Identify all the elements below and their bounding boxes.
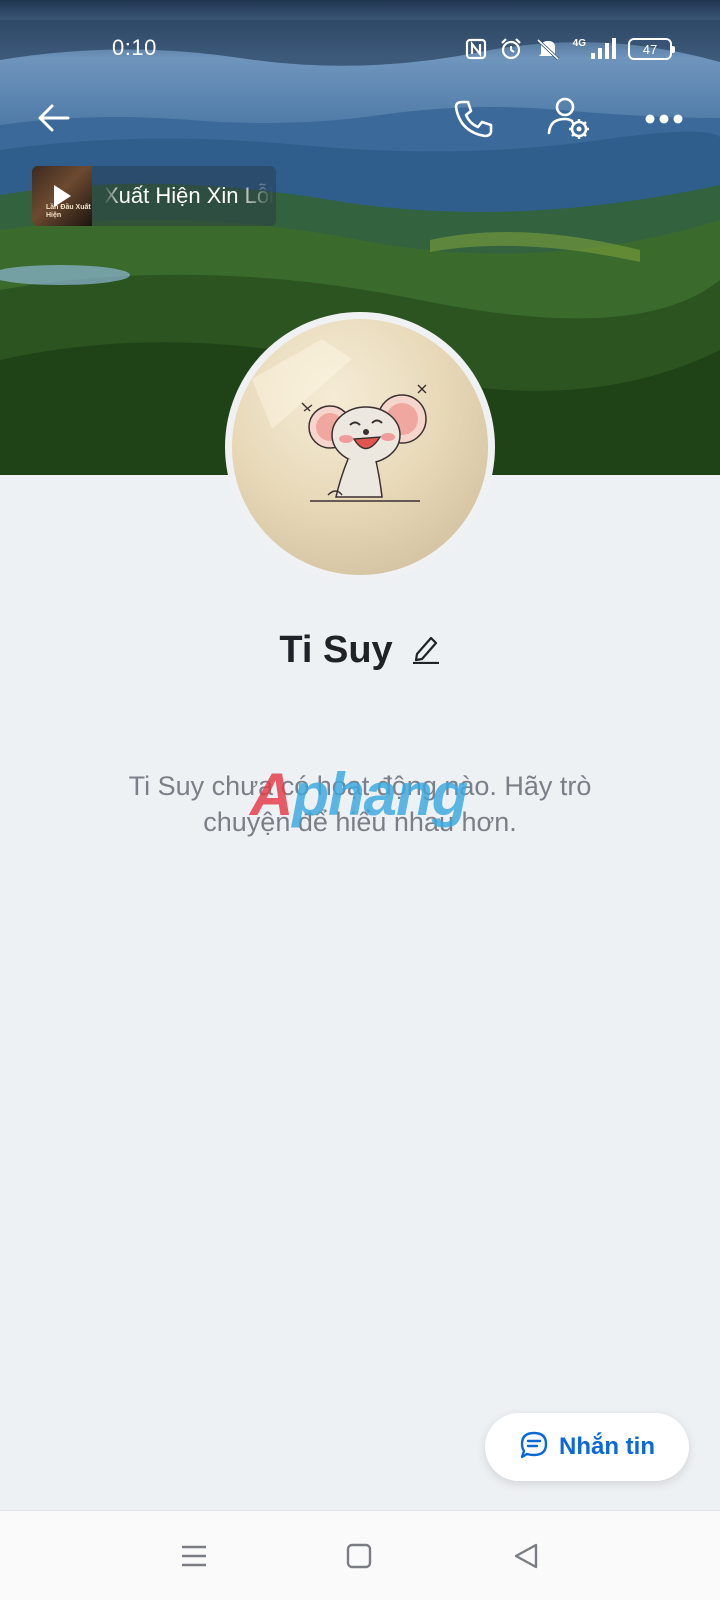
home-square-icon[interactable] [341,1538,377,1574]
watermark-part-1: A [250,761,293,828]
phone-call-icon[interactable] [450,96,496,142]
alarm-icon [499,37,523,61]
profile-name: Ti Suy [279,628,393,671]
message-button-label: Nhắn tin [559,1433,655,1460]
pencil-icon[interactable] [411,632,441,669]
avatar-image [232,319,488,575]
system-nav-bar [0,1510,720,1600]
nfc-icon [465,38,487,60]
network-label: 4G [572,37,586,49]
watermark-logo: Aphang [250,760,468,829]
signal-icon [590,38,616,60]
message-button[interactable]: Nhắn tin [485,1413,689,1481]
back-arrow-icon[interactable] [32,96,76,140]
profile-name-row: Ti Suy [0,620,720,680]
music-title: Xuất Hiện Xin Lỗi [104,183,274,208]
user-settings-icon[interactable] [546,94,592,142]
back-triangle-icon[interactable] [508,1538,544,1574]
status-bar: 0:10 4G 47 [0,0,720,96]
menu-icon[interactable] [176,1538,212,1574]
more-icon[interactable] [640,104,688,134]
avatar[interactable] [225,312,495,582]
music-thumbnail[interactable]: Lần Đầu Xuất Hiện [32,166,92,226]
chat-bubble-icon [519,1430,549,1465]
battery-level: 47 [642,41,658,57]
status-icons: 4G 47 [465,36,675,62]
watermark-part-2: phang [292,761,468,828]
profile-music-player[interactable]: Lần Đầu Xuất Hiện Xuất Hiện Xin Lỗi [32,166,276,226]
battery-icon: 47 [628,38,675,60]
mute-icon [535,37,561,61]
status-time: 0:10 [112,35,157,60]
play-icon[interactable] [54,185,71,207]
